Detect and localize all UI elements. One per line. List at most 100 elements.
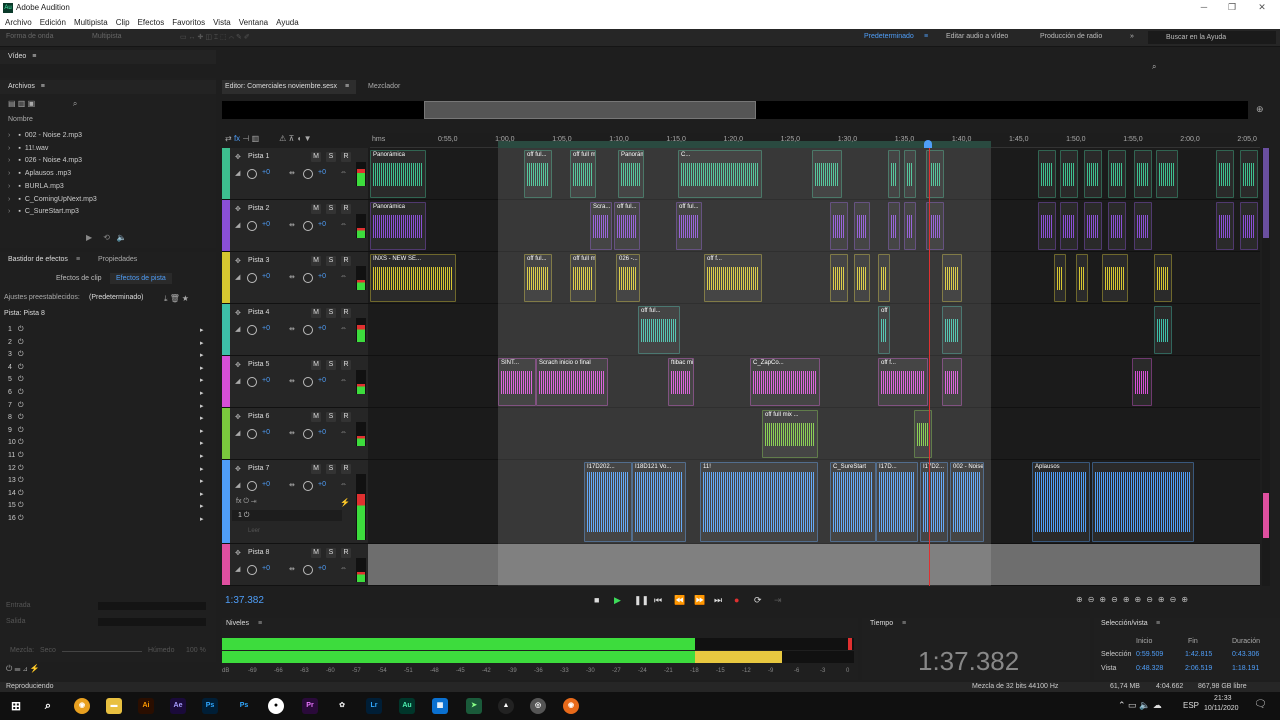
audio-clip[interactable]: off ful... <box>524 254 552 302</box>
minimize-icon[interactable]: ─ <box>1194 2 1214 12</box>
premiere-icon[interactable]: Pr <box>302 698 318 714</box>
move-handle-icon[interactable]: ✥ <box>235 413 241 421</box>
audio-clip[interactable] <box>1054 254 1066 302</box>
audio-clip[interactable]: off ful... <box>676 202 702 250</box>
expand-icon[interactable]: ▸ <box>200 402 204 410</box>
track-name[interactable]: Pista 3 <box>248 257 269 264</box>
lightroom-icon[interactable]: Lr <box>366 698 382 714</box>
zoom-overview-icon[interactable]: ⊕ <box>1256 104 1264 115</box>
file-item[interactable]: › ▪ BURLA.mp3 <box>8 181 64 193</box>
track-name[interactable]: Pista 7 <box>248 465 269 472</box>
effect-slot[interactable]: 7 ⏻ ▸ <box>8 402 208 414</box>
clock-date[interactable]: 10/11/2020 <box>1204 705 1239 712</box>
menu-8[interactable]: Ayuda <box>276 16 299 29</box>
volume-knob[interactable] <box>247 377 257 387</box>
record-arm-button[interactable]: R <box>341 464 351 474</box>
effect-slot[interactable]: 6 ⏻ ▸ <box>8 389 208 401</box>
move-handle-icon[interactable]: ✥ <box>235 257 241 265</box>
audio-clip[interactable] <box>888 202 900 250</box>
effect-slot[interactable]: 10 ⏻ ▸ <box>8 439 208 451</box>
audio-clip[interactable] <box>1102 254 1128 302</box>
track-lane[interactable]: ✥ Pista 6 M S R ◢ +0 ⇹ +0 ⇔ off full mix … <box>222 408 1260 460</box>
menu-5[interactable]: Favoritos <box>172 16 205 29</box>
go-to-end-button[interactable]: ⏭ <box>714 595 722 606</box>
track-volume[interactable]: +0 <box>262 221 270 228</box>
track-name[interactable]: Pista 5 <box>248 361 269 368</box>
track-pan[interactable]: +0 <box>318 273 326 280</box>
panel-menu-icon[interactable]: ≡ <box>902 620 906 627</box>
effect-slot[interactable]: 4 ⏻ ▸ <box>8 364 208 376</box>
pan-knob[interactable] <box>303 481 313 491</box>
track-volume[interactable]: +0 <box>262 377 270 384</box>
audio-clip[interactable] <box>1154 254 1172 302</box>
automation-mode[interactable]: Leer <box>248 528 260 534</box>
audio-clip[interactable]: off f... <box>878 306 890 354</box>
workspace-default[interactable]: Predeterminado <box>864 33 914 40</box>
solo-button[interactable]: S <box>326 308 336 318</box>
audio-clip[interactable]: 11! <box>700 462 818 542</box>
audio-clip[interactable]: off full mix P... <box>570 254 596 302</box>
record-arm-button[interactable]: R <box>341 412 351 422</box>
audio-clip[interactable]: 026 -... <box>616 254 640 302</box>
firefox-icon[interactable]: ◉ <box>563 698 579 714</box>
audio-clip[interactable]: Panorámica <box>370 202 426 250</box>
audio-clip[interactable]: off ful... <box>614 202 640 250</box>
record-arm-button[interactable]: R <box>341 308 351 318</box>
audio-clip[interactable] <box>1216 202 1234 250</box>
mute-button[interactable]: M <box>311 256 321 266</box>
audio-clip[interactable] <box>1038 150 1056 198</box>
audio-clip[interactable] <box>1060 202 1078 250</box>
mix-slider[interactable] <box>62 651 142 652</box>
audio-clip[interactable]: off f... <box>878 358 928 406</box>
audio-clip[interactable] <box>942 306 962 354</box>
fx-rack-icons[interactable]: fx ⏻ ⇥ <box>236 498 256 506</box>
pause-button[interactable]: ❚❚ <box>634 595 649 606</box>
workspace-menu-icon[interactable]: ≡ <box>924 33 928 40</box>
track-pan[interactable]: +0 <box>318 429 326 436</box>
audio-clip[interactable]: Panorámica <box>370 150 426 198</box>
effect-slot[interactable]: 16 ⏻ ▸ <box>8 515 208 527</box>
track-lane[interactable]: ✥ Pista 8 M S R ◢ +0 ⇹ +0 ⇔ <box>222 544 1260 586</box>
audio-clip[interactable] <box>1240 150 1258 198</box>
app-arrow-icon[interactable]: ➤ <box>466 698 482 714</box>
presets-icons[interactable]: ⤓ 🗑 ★ <box>164 294 189 304</box>
audio-clip[interactable]: off full mix <box>570 150 596 198</box>
menu-7[interactable]: Ventana <box>239 16 268 29</box>
menu-0[interactable]: Archivo <box>5 16 32 29</box>
files-panel-header[interactable]: Archivos ≡ <box>0 80 216 94</box>
power-icon[interactable]: ⏻ <box>18 502 24 509</box>
input-monitor-icon[interactable]: ⇔ <box>340 429 347 436</box>
file-item[interactable]: › ▪ 002 - Noise 2.mp3 <box>8 130 82 142</box>
expand-icon[interactable]: ▸ <box>200 452 204 460</box>
expand-icon[interactable]: ▸ <box>200 439 204 447</box>
view-start[interactable]: 0:48.328 <box>1136 665 1163 672</box>
power-icon[interactable]: ⏻ <box>18 339 24 346</box>
record-button[interactable]: ● <box>734 595 739 605</box>
photoshop-icon[interactable]: Ps <box>202 698 218 714</box>
volume-knob[interactable] <box>247 273 257 283</box>
panel-menu-icon[interactable]: ≡ <box>1156 620 1160 627</box>
audio-clip[interactable] <box>888 150 900 198</box>
effect-slot[interactable]: 13 ⏻ ▸ <box>8 477 208 489</box>
menu-1[interactable]: Edición <box>40 16 66 29</box>
solo-button[interactable]: S <box>326 412 336 422</box>
move-handle-icon[interactable]: ✥ <box>235 309 241 317</box>
zoom-controls-icons[interactable]: ⊕⊖⊕⊖⊕⊕⊖⊕⊖⊕ <box>1076 595 1193 604</box>
files-name-column[interactable]: Nombre <box>8 116 33 123</box>
search-icon[interactable]: ⌕ <box>40 698 56 714</box>
pan-knob[interactable] <box>303 429 313 439</box>
volume-knob[interactable] <box>247 429 257 439</box>
play-button[interactable]: ▶ <box>614 595 621 606</box>
audio-clip[interactable] <box>1134 202 1152 250</box>
track-pan[interactable]: +0 <box>318 481 326 488</box>
audio-clip[interactable]: ftibac microfono ... <box>668 358 694 406</box>
record-arm-button[interactable]: R <box>341 204 351 214</box>
input-monitor-icon[interactable]: ⇔ <box>340 273 347 280</box>
power-icon[interactable]: ⏻ <box>18 439 24 446</box>
obs-icon[interactable]: ● <box>268 698 284 714</box>
fx-slot-row[interactable]: 1 ⏻ <box>232 510 342 521</box>
power-icon[interactable]: ⏻ <box>18 351 24 358</box>
volume-knob[interactable] <box>247 221 257 231</box>
track-lane[interactable]: ✥ Pista 1 M S R ◢ +0 ⇹ +0 ⇔ Panorámica off… <box>222 148 1260 200</box>
close-icon[interactable]: ✕ <box>1252 2 1272 13</box>
